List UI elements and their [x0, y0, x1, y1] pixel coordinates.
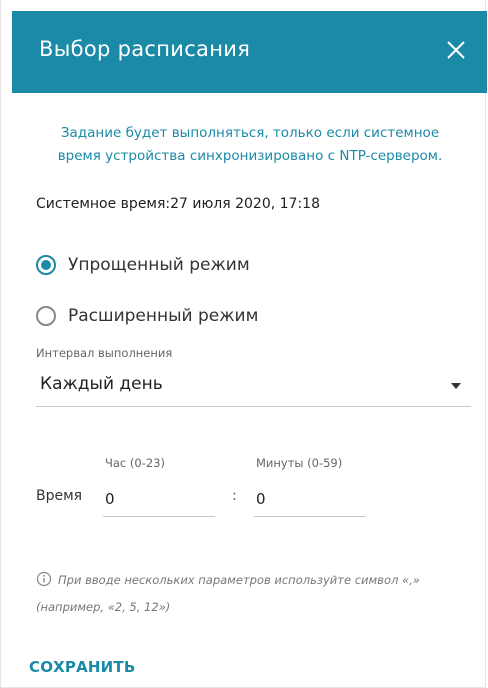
radio-unchecked-icon[interactable] — [36, 306, 56, 326]
dialog-title: Выбор расписания — [39, 37, 251, 61]
interval-label: Интервал выполнения — [36, 346, 173, 360]
info-icon — [36, 571, 52, 595]
dialog-header: Выбор расписания — [12, 11, 487, 93]
info-line-1: Задание будет выполняться, только если с… — [60, 125, 440, 141]
minute-label: Минуты (0-59) — [256, 456, 343, 470]
system-time: Системное время:27 июля 2020, 17:18 — [36, 196, 320, 212]
dropdown-arrow-icon[interactable] — [451, 383, 461, 389]
hour-label: Час (0-23) — [105, 456, 165, 470]
minute-input[interactable] — [254, 482, 366, 517]
radio-advanced-mode-label: Расширенный режим — [68, 306, 259, 326]
radio-advanced-mode[interactable]: Расширенный режим — [36, 306, 258, 326]
radio-checked-icon[interactable] — [36, 255, 56, 275]
time-separator: : — [232, 488, 237, 504]
time-label: Время — [36, 488, 83, 504]
interval-selected-value: Каждый день — [40, 374, 163, 394]
ntp-info-message: Задание будет выполняться, только если с… — [19, 122, 481, 168]
hint-message: При вводе нескольких параметров использу… — [36, 568, 476, 619]
hint-text: При вводе нескольких параметров использу… — [36, 573, 420, 614]
radio-simple-mode[interactable]: Упрощенный режим — [36, 255, 250, 275]
radio-simple-mode-label: Упрощенный режим — [68, 255, 250, 275]
info-line-2: время устройства синхронизировано с NTP-… — [57, 148, 443, 164]
interval-select[interactable]: Каждый день — [36, 370, 471, 407]
schedule-dialog: Выбор расписания Задание будет выполнять… — [0, 0, 487, 688]
hour-input[interactable] — [103, 482, 215, 517]
save-button[interactable]: СОХРАНИТЬ — [29, 658, 136, 676]
close-icon[interactable] — [445, 39, 467, 61]
